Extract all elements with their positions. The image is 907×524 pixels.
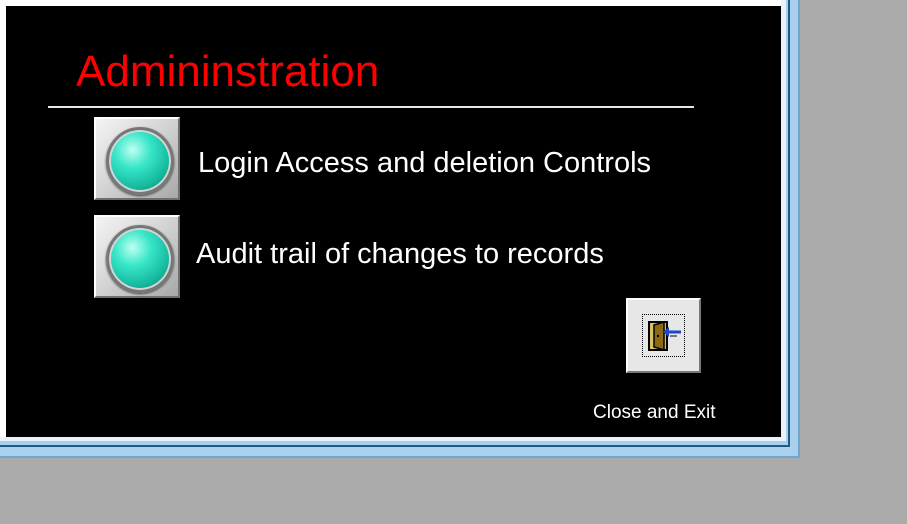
door-exit-icon [648,320,681,352]
panel-bottom-edge [0,437,786,441]
login-access-button[interactable] [94,117,180,200]
audit-trail-button[interactable] [94,215,180,298]
green-indicator-icon [106,225,174,293]
audit-trail-label: Audit trail of changes to records [196,238,604,270]
login-access-label: Login Access and deletion Controls [198,147,652,179]
close-and-exit-button[interactable] [626,298,701,373]
panel-right-edge [781,0,786,441]
close-and-exit-label: Close and Exit [593,402,716,423]
administration-panel: Admininstration Login Access and deletio… [0,0,781,437]
title-divider [48,106,694,108]
page-title: Admininstration [76,47,380,96]
green-indicator-icon [106,127,174,195]
